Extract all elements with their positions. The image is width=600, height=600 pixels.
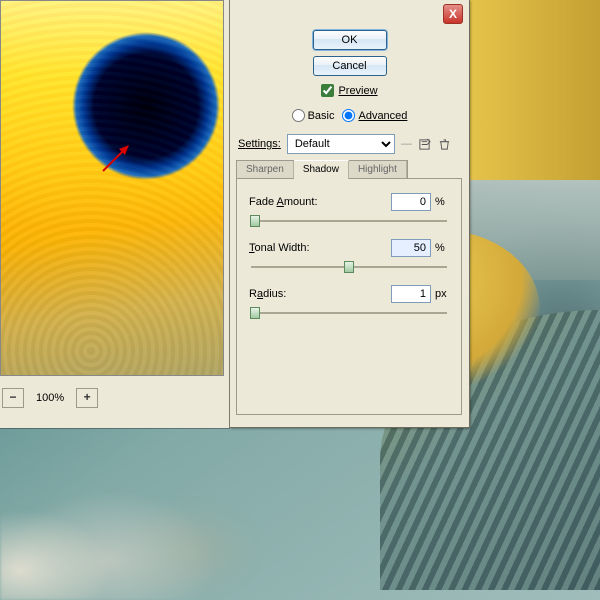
preview-image [1,1,223,375]
fade-amount-slider[interactable] [249,213,449,229]
background-coral [0,430,260,600]
ok-button[interactable]: OK [313,30,387,50]
fade-amount-field: Fade Amount: % [249,193,449,229]
slider-track [251,220,447,222]
plus-icon: + [84,390,91,404]
settings-label: Settings: [238,138,281,150]
fade-amount-unit: % [431,196,449,208]
basic-label: Basic [308,110,335,122]
mode-row: Basic Advanced [292,109,408,122]
zoom-out-button[interactable]: − [2,388,24,408]
preview-label: Preview [338,85,377,97]
slider-thumb[interactable] [250,215,260,227]
tonal-width-field: Tonal Width: % [249,239,449,275]
close-icon: X [449,7,457,21]
tab-sharpen[interactable]: Sharpen [237,161,294,178]
tab-highlight[interactable]: Highlight [349,161,407,178]
basic-radio-label[interactable]: Basic [292,109,335,122]
radius-unit: px [431,288,449,300]
radius-slider[interactable] [249,305,449,321]
zoom-controls: − 100% + [2,388,98,408]
preview-box[interactable] [0,0,224,376]
tonal-width-slider[interactable] [249,259,449,275]
dialog-panel: X OK Cancel Preview Basic Advanced Setti… [230,0,470,428]
preview-toggle-row: Preview [321,84,377,97]
advanced-radio-label[interactable]: Advanced [342,109,407,122]
save-settings-icon[interactable] [418,137,432,151]
tonal-width-label: Tonal Width: [249,242,335,254]
tabs: Sharpen Shadow Highlight [236,160,408,179]
slider-track [251,312,447,314]
slider-thumb[interactable] [250,307,260,319]
radius-field: Radius: px [249,285,449,321]
delete-settings-icon[interactable] [438,137,452,151]
preview-checkbox[interactable] [321,84,334,97]
close-button[interactable]: X [443,4,463,24]
zoom-value: 100% [30,392,70,404]
preview-panel: − 100% + [0,0,230,428]
cancel-button[interactable]: Cancel [313,56,387,76]
advanced-label: Advanced [358,110,407,122]
basic-radio[interactable] [292,109,305,122]
tonal-width-unit: % [431,242,449,254]
button-stack: OK Cancel Preview Basic Advanced [230,30,469,122]
radius-label: Radius: [249,288,335,300]
tab-panel-shadow: Fade Amount: % Tonal Width: % [236,178,462,415]
radius-input[interactable] [391,285,431,303]
slider-thumb[interactable] [344,261,354,273]
fade-amount-input[interactable] [391,193,431,211]
advanced-radio[interactable] [342,109,355,122]
settings-row: Settings: Default — [238,134,452,154]
minus-icon: − [9,390,16,404]
tab-shadow[interactable]: Shadow [294,160,349,179]
settings-select[interactable]: Default [287,134,395,154]
zoom-in-button[interactable]: + [76,388,98,408]
fade-amount-label: Fade Amount: [249,196,335,208]
tonal-width-input[interactable] [391,239,431,257]
